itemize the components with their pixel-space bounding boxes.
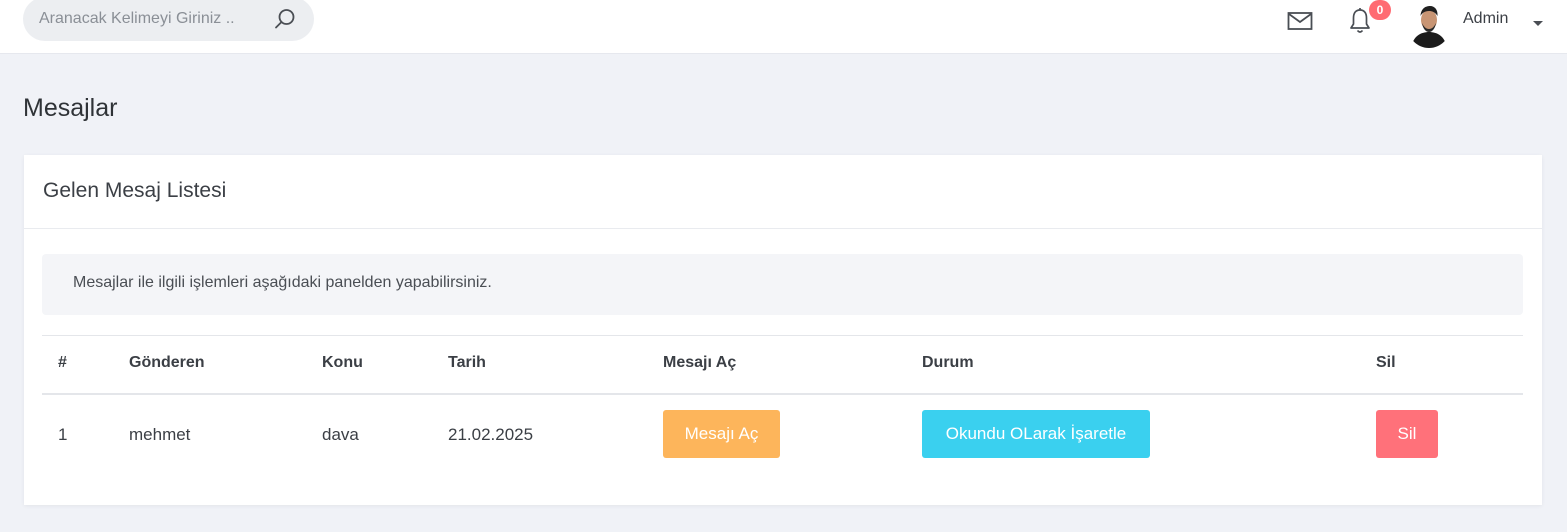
- info-alert: Mesajlar ile ilgili işlemleri aşağıdaki …: [42, 254, 1523, 315]
- row-number: 1: [58, 425, 68, 444]
- column-header-number: #: [58, 354, 67, 371]
- table-header-divider: [42, 393, 1523, 395]
- row-subject: dava: [322, 425, 359, 444]
- notification-badge: 0: [1369, 0, 1391, 20]
- card-header: Gelen Mesaj Listesi: [24, 155, 1542, 229]
- column-header-subject: Konu: [322, 354, 363, 371]
- search-input[interactable]: [39, 7, 249, 31]
- card-title: Gelen Mesaj Listesi: [43, 179, 227, 202]
- search-icon[interactable]: [271, 5, 299, 33]
- column-header-date: Tarih: [448, 354, 486, 371]
- open-message-button[interactable]: Mesajı Aç: [663, 410, 780, 458]
- user-avatar[interactable]: [1407, 2, 1451, 48]
- column-header-delete: Sil: [1376, 354, 1396, 371]
- chevron-down-icon[interactable]: [1531, 15, 1545, 26]
- mail-icon[interactable]: [1284, 6, 1316, 36]
- mark-as-read-button[interactable]: Okundu OLarak İşaretle: [922, 410, 1150, 458]
- page-title: Mesajlar: [23, 94, 118, 122]
- column-header-open: Mesajı Aç: [663, 354, 737, 371]
- info-text: Mesajlar ile ilgili işlemleri aşağıdaki …: [73, 274, 492, 291]
- message-list-card: Gelen Mesaj Listesi Mesajlar ile ilgili …: [24, 155, 1542, 505]
- row-date: 21.02.2025: [448, 425, 534, 444]
- column-header-sender: Gönderen: [129, 354, 205, 371]
- table-divider: [42, 335, 1523, 336]
- search-bar: [23, 0, 314, 41]
- row-sender: mehmet: [129, 425, 191, 444]
- delete-button[interactable]: Sil: [1376, 410, 1438, 458]
- column-header-status: Durum: [922, 354, 974, 371]
- top-navbar: 0 Admin: [0, 0, 1567, 54]
- user-name[interactable]: Admin: [1463, 10, 1508, 28]
